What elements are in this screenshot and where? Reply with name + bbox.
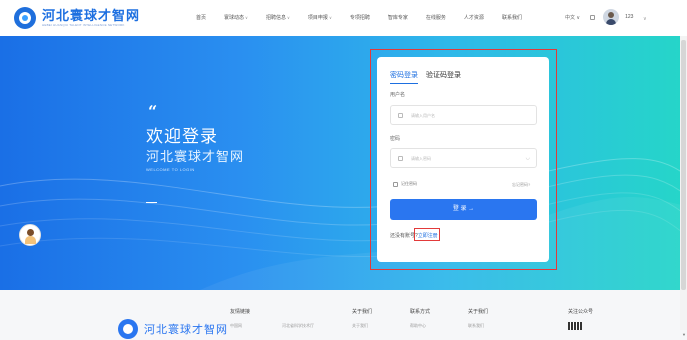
- nav-item-online-service[interactable]: 在线服务: [426, 14, 446, 21]
- nav-item-projects[interactable]: 项目申报∨: [308, 14, 332, 21]
- user-avatar[interactable]: [603, 9, 620, 25]
- qr-code: [568, 322, 582, 330]
- notification-icon[interactable]: [590, 14, 596, 20]
- chevron-down-icon: ∨: [245, 15, 248, 20]
- remember-password[interactable]: 记住密码: [390, 181, 417, 187]
- password-field[interactable]: 请输入密码 ◡: [390, 148, 537, 168]
- nav-item-talent[interactable]: 人才资源: [464, 14, 484, 21]
- footer-col-title: 关于我们: [352, 309, 373, 315]
- password-label: 密码: [390, 136, 401, 142]
- nav-item-experts[interactable]: 智库专家: [388, 14, 408, 21]
- divider: [146, 202, 157, 203]
- quote-mark: “: [148, 102, 158, 121]
- language-selector[interactable]: 中文 ∨: [565, 14, 580, 21]
- hero-site-name: 河北寰球才智网: [146, 149, 245, 164]
- footer-col-title: 关于我们: [468, 309, 489, 315]
- login-button[interactable]: 登 录 →: [390, 199, 537, 220]
- top-header: 河北寰球才智网 HEBEI HUANQIU TALENT INTELLIGENC…: [0, 0, 687, 36]
- login-card: 密码登录 验证码登录 用户名 请输入用户名 密码 请输入密码 ◡ 记住密码 忘记…: [377, 57, 549, 262]
- username-placeholder: 请输入用户名: [411, 113, 435, 118]
- nav-item-contact[interactable]: 联系我们: [502, 14, 522, 21]
- footer-col-title: 友情链接: [230, 309, 251, 315]
- header-actions: 中文 ∨ 123: [565, 9, 633, 25]
- footer-link[interactable]: 帮助中心: [410, 323, 426, 329]
- chevron-down-icon[interactable]: ∨: [643, 16, 647, 22]
- scrollbar-thumb[interactable]: [681, 40, 686, 290]
- logo-icon: [14, 7, 36, 29]
- user-name[interactable]: 123: [625, 14, 633, 20]
- footer: 河北寰球才智网 友情链接 中国网 河北省科学技术厅 关于我们 关于我们 联系方式…: [0, 290, 687, 340]
- scroll-down-icon[interactable]: ▼: [682, 332, 686, 337]
- chevron-down-icon: ∨: [328, 15, 332, 20]
- logo-subtitle: HEBEI HUANQIU TALENT INTELLIGENCE NETWOR…: [42, 22, 125, 27]
- footer-link[interactable]: 中国网: [230, 323, 242, 329]
- footer-logo[interactable]: 河北寰球才智网: [118, 319, 228, 339]
- footer-col-title: 关注公众号: [568, 309, 594, 315]
- chevron-down-icon: ∨: [286, 15, 290, 20]
- footer-link[interactable]: 河北省科学技术厅: [282, 323, 314, 329]
- footer-logo-name: 河北寰球才智网: [144, 324, 228, 336]
- forgot-password-link[interactable]: 忘记密码?: [512, 182, 530, 188]
- remember-checkbox[interactable]: [393, 181, 398, 187]
- main-nav: 首页 寰球动态∨ 招聘信息∨ 项目申报∨ 专项招聘 智库专家 在线服务 人才资源…: [196, 14, 540, 21]
- lock-icon: [398, 156, 403, 161]
- username-field[interactable]: 请输入用户名: [390, 105, 537, 125]
- welcome-title: 欢迎登录: [146, 127, 218, 146]
- username-label: 用户名: [390, 92, 406, 98]
- register-highlight-box: [414, 228, 440, 241]
- nav-item-home[interactable]: 首页: [196, 14, 206, 21]
- password-placeholder: 请输入密码: [411, 156, 431, 161]
- logo-icon: [118, 319, 138, 339]
- hero-banner: “ 欢迎登录 河北寰球才智网 WELCOME TO LOGIN: [0, 36, 687, 290]
- site-logo[interactable]: 河北寰球才智网 HEBEI HUANQIU TALENT INTELLIGENC…: [14, 7, 140, 29]
- nav-item-news[interactable]: 寰球动态∨: [224, 14, 248, 21]
- tab-password-login[interactable]: 密码登录: [390, 70, 418, 84]
- eye-icon[interactable]: ◡: [526, 155, 530, 161]
- footer-col-title: 联系方式: [410, 309, 431, 315]
- login-tabs: 密码登录 验证码登录: [390, 70, 469, 84]
- nav-item-jobs[interactable]: 招聘信息∨: [266, 14, 290, 21]
- logo-name: 河北寰球才智网: [42, 7, 141, 23]
- customer-service-icon[interactable]: [19, 224, 41, 246]
- tab-code-login[interactable]: 验证码登录: [426, 70, 461, 84]
- remember-label: 记住密码: [401, 181, 417, 186]
- wave-decoration: [0, 158, 687, 290]
- footer-link[interactable]: 联系我们: [468, 323, 484, 329]
- welcome-subtitle: WELCOME TO LOGIN: [146, 167, 195, 172]
- user-icon: [398, 113, 403, 118]
- footer-link[interactable]: 关于我们: [352, 323, 368, 329]
- nav-item-special-recruit[interactable]: 专项招聘: [350, 14, 370, 21]
